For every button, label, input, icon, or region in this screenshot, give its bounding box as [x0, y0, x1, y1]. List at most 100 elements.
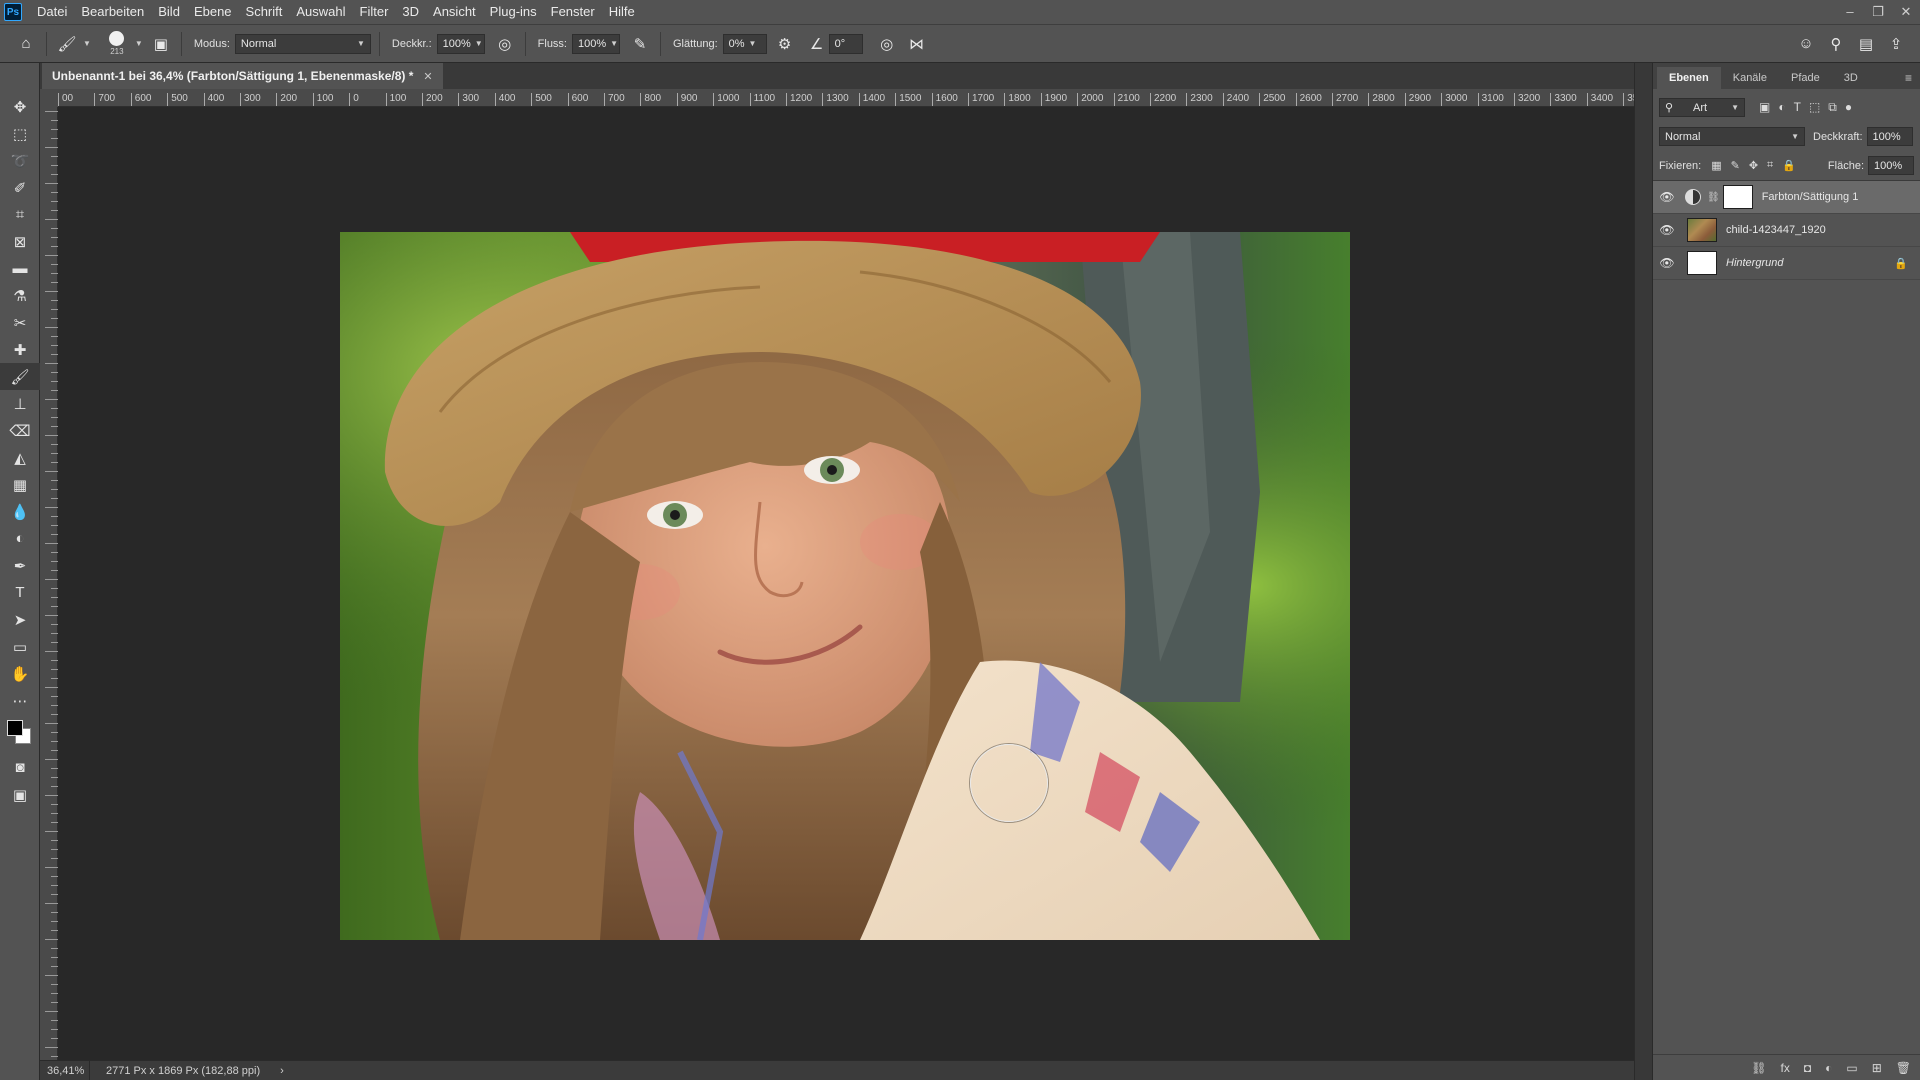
- eye-icon[interactable]: 👁: [1653, 256, 1681, 270]
- hand-tool-icon[interactable]: ✋: [0, 660, 40, 687]
- ruler-origin[interactable]: [40, 89, 58, 107]
- dodge-tool-icon[interactable]: ◐: [0, 525, 40, 552]
- layer-thumbnail[interactable]: [1687, 251, 1717, 275]
- lock-image-icon[interactable]: ✎: [1731, 159, 1740, 172]
- layer-style-fx-icon[interactable]: fx: [1781, 1061, 1790, 1075]
- gear-icon[interactable]: ⚙: [773, 32, 797, 56]
- layer-mask-thumbnail[interactable]: [1722, 185, 1753, 209]
- panel-menu-icon[interactable]: ≡: [1905, 67, 1912, 89]
- fill-input[interactable]: 100%: [1868, 156, 1914, 175]
- type-tool-icon[interactable]: T: [0, 579, 40, 606]
- blend-mode-select[interactable]: Normal ▼: [1659, 127, 1805, 146]
- menu-hilfe[interactable]: Hilfe: [602, 0, 642, 24]
- delete-layer-icon[interactable]: 🗑: [1896, 1061, 1911, 1075]
- frame-tool-icon[interactable]: ⊠: [0, 228, 40, 255]
- angle-input[interactable]: 0°: [828, 33, 863, 54]
- status-menu-arrow-icon[interactable]: ›: [280, 1065, 284, 1077]
- new-layer-icon[interactable]: ⊞: [1872, 1061, 1882, 1075]
- menu-filter[interactable]: Filter: [353, 0, 396, 24]
- healing-tool-icon[interactable]: ✂: [0, 309, 40, 336]
- quick-mask-icon[interactable]: ◙: [0, 754, 40, 781]
- marquee-tool-icon[interactable]: ⬚: [0, 120, 40, 147]
- eye-icon[interactable]: 👁: [1653, 223, 1681, 237]
- lock-transparent-icon[interactable]: ▦: [1711, 159, 1721, 172]
- ruler-tool-icon[interactable]: ▬: [0, 255, 40, 282]
- mode-select[interactable]: Normal ▼: [234, 33, 371, 54]
- color-swatches[interactable]: [0, 714, 40, 754]
- gradient-tool-icon[interactable]: ▦: [0, 471, 40, 498]
- link-icon[interactable]: ⛓: [1707, 192, 1720, 203]
- menu-auswahl[interactable]: Auswahl: [289, 0, 352, 24]
- airbrush-icon[interactable]: ✎: [628, 32, 652, 56]
- foreground-color-swatch[interactable]: [7, 720, 23, 736]
- share-icon[interactable]: ⇪: [1884, 32, 1908, 56]
- eye-icon[interactable]: 👁: [1653, 190, 1681, 204]
- lock-artboard-icon[interactable]: ⌗: [1767, 159, 1773, 172]
- pressure-size-icon[interactable]: ◎: [875, 32, 899, 56]
- layer-row-hintergrund[interactable]: 👁 Hintergrund 🔒: [1653, 247, 1920, 280]
- close-window-icon[interactable]: ✕: [1892, 4, 1920, 20]
- new-group-icon[interactable]: ▭: [1846, 1061, 1857, 1075]
- lasso-tool-icon[interactable]: ➰: [0, 147, 40, 174]
- symmetry-icon[interactable]: ⋈: [905, 32, 929, 56]
- canvas-area[interactable]: [58, 107, 1634, 1060]
- more-tools-icon[interactable]: ⋯: [0, 687, 40, 714]
- tab-3d[interactable]: 3D: [1832, 67, 1870, 89]
- paint-bucket-tool-icon[interactable]: ◭: [0, 444, 40, 471]
- layer-opacity-input[interactable]: 100%: [1866, 127, 1913, 146]
- brush-tool-icon[interactable]: 🖌: [0, 363, 40, 390]
- zoom-level[interactable]: 36,41%: [40, 1060, 90, 1080]
- minimize-icon[interactable]: –: [1836, 4, 1864, 20]
- menu-ebene[interactable]: Ebene: [187, 0, 239, 24]
- horizontal-ruler[interactable]: 00 700 600 500 400 300 200 100 0 100 200 300 400 500 6…: [58, 89, 1634, 107]
- menu-ansicht[interactable]: Ansicht: [426, 0, 483, 24]
- add-mask-icon[interactable]: ◘: [1804, 1061, 1811, 1075]
- pen-tool-icon[interactable]: ✒: [0, 552, 40, 579]
- eraser-tool-icon[interactable]: ⌫: [0, 417, 40, 444]
- filter-smart-object-icon[interactable]: ⧉: [1828, 100, 1837, 115]
- patch-tool-icon[interactable]: ✚: [0, 336, 40, 363]
- pressure-opacity-icon[interactable]: ◎: [493, 32, 517, 56]
- layer-thumbnail[interactable]: [1687, 218, 1717, 242]
- document-tab[interactable]: Unbenannt-1 bei 36,4% (Farbton/Sättigung…: [42, 63, 443, 89]
- restore-icon[interactable]: ❐: [1864, 4, 1892, 20]
- user-icon[interactable]: ☺: [1794, 32, 1818, 56]
- menu-schrift[interactable]: Schrift: [239, 0, 290, 24]
- path-selection-tool-icon[interactable]: ➤: [0, 606, 40, 633]
- tab-kanaele[interactable]: Kanäle: [1721, 67, 1779, 89]
- menu-fenster[interactable]: Fenster: [544, 0, 602, 24]
- lock-all-icon[interactable]: 🔒: [1782, 159, 1796, 172]
- chevron-down-icon[interactable]: ▼: [83, 39, 91, 48]
- menu-plugins[interactable]: Plug-ins: [483, 0, 544, 24]
- filter-shape-icon[interactable]: ⬚: [1809, 100, 1820, 115]
- crop-tool-icon[interactable]: ⌗: [0, 201, 40, 228]
- menu-3d[interactable]: 3D: [395, 0, 426, 24]
- smoothing-input[interactable]: 0% ▼: [722, 33, 767, 54]
- screen-mode-icon[interactable]: ▣: [0, 781, 40, 808]
- layer-filter-select[interactable]: ⚲ Art ▼: [1659, 98, 1745, 117]
- clone-stamp-tool-icon[interactable]: ⊥: [0, 390, 40, 417]
- layer-row-child-photo[interactable]: 👁 child-1423447_1920: [1653, 214, 1920, 247]
- eyedropper-tool-icon[interactable]: ⚗: [0, 282, 40, 309]
- menu-datei[interactable]: Datei: [30, 0, 74, 24]
- link-layers-icon[interactable]: ⛓: [1751, 1061, 1766, 1075]
- layer-row-farbton-saettigung[interactable]: 👁 ⛓ Farbton/Sättigung 1: [1653, 181, 1920, 214]
- move-tool-icon[interactable]: ✥: [0, 93, 40, 120]
- chevron-down-icon[interactable]: ▼: [135, 39, 143, 48]
- brush-settings-panel-icon[interactable]: ▣: [149, 32, 173, 56]
- filter-type-icon[interactable]: T: [1794, 100, 1801, 115]
- blur-tool-icon[interactable]: 💧: [0, 498, 40, 525]
- filter-adjustment-icon[interactable]: ◐: [1778, 100, 1785, 115]
- quick-selection-tool-icon[interactable]: ✐: [0, 174, 40, 201]
- rectangle-tool-icon[interactable]: ▭: [0, 633, 40, 660]
- lock-position-icon[interactable]: ✥: [1749, 159, 1758, 172]
- home-icon[interactable]: ⌂: [14, 32, 38, 56]
- panel-collapse-strip[interactable]: [1634, 63, 1652, 1080]
- new-adjustment-layer-icon[interactable]: ◐: [1825, 1061, 1832, 1075]
- filter-toggle-icon[interactable]: ●: [1845, 100, 1852, 115]
- opacity-input[interactable]: 100% ▼: [436, 33, 485, 54]
- vertical-ruler[interactable]: [40, 107, 58, 1060]
- filter-pixel-icon[interactable]: ▣: [1759, 100, 1770, 115]
- close-icon[interactable]: ✕: [423, 70, 432, 83]
- tab-ebenen[interactable]: Ebenen: [1657, 67, 1721, 89]
